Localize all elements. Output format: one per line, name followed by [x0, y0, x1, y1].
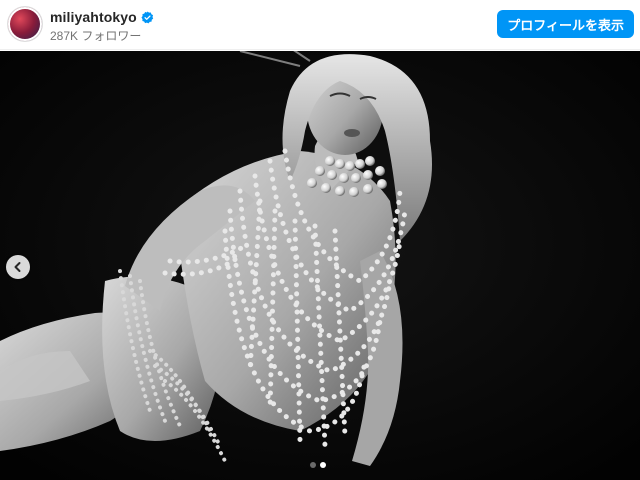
carousel-indicator	[310, 462, 326, 468]
username-row: miliyahtokyo	[50, 8, 154, 26]
view-profile-button[interactable]: プロフィールを表示	[497, 10, 634, 38]
previous-slide-button[interactable]	[6, 255, 30, 279]
follower-count: 287K フォロワー	[50, 29, 142, 43]
verified-badge-icon	[141, 10, 154, 24]
photo-scene	[0, 51, 640, 480]
post-photo[interactable]	[0, 51, 640, 480]
carousel-dot	[310, 462, 316, 468]
post-header: miliyahtokyo 287K フォロワー プロフィールを表示	[0, 0, 640, 50]
carousel-dot-active	[320, 462, 326, 468]
chevron-left-icon	[12, 261, 24, 273]
instagram-embed: miliyahtokyo 287K フォロワー プロフィールを表示	[0, 0, 640, 480]
username[interactable]: miliyahtokyo	[50, 9, 137, 25]
avatar[interactable]	[8, 7, 42, 41]
